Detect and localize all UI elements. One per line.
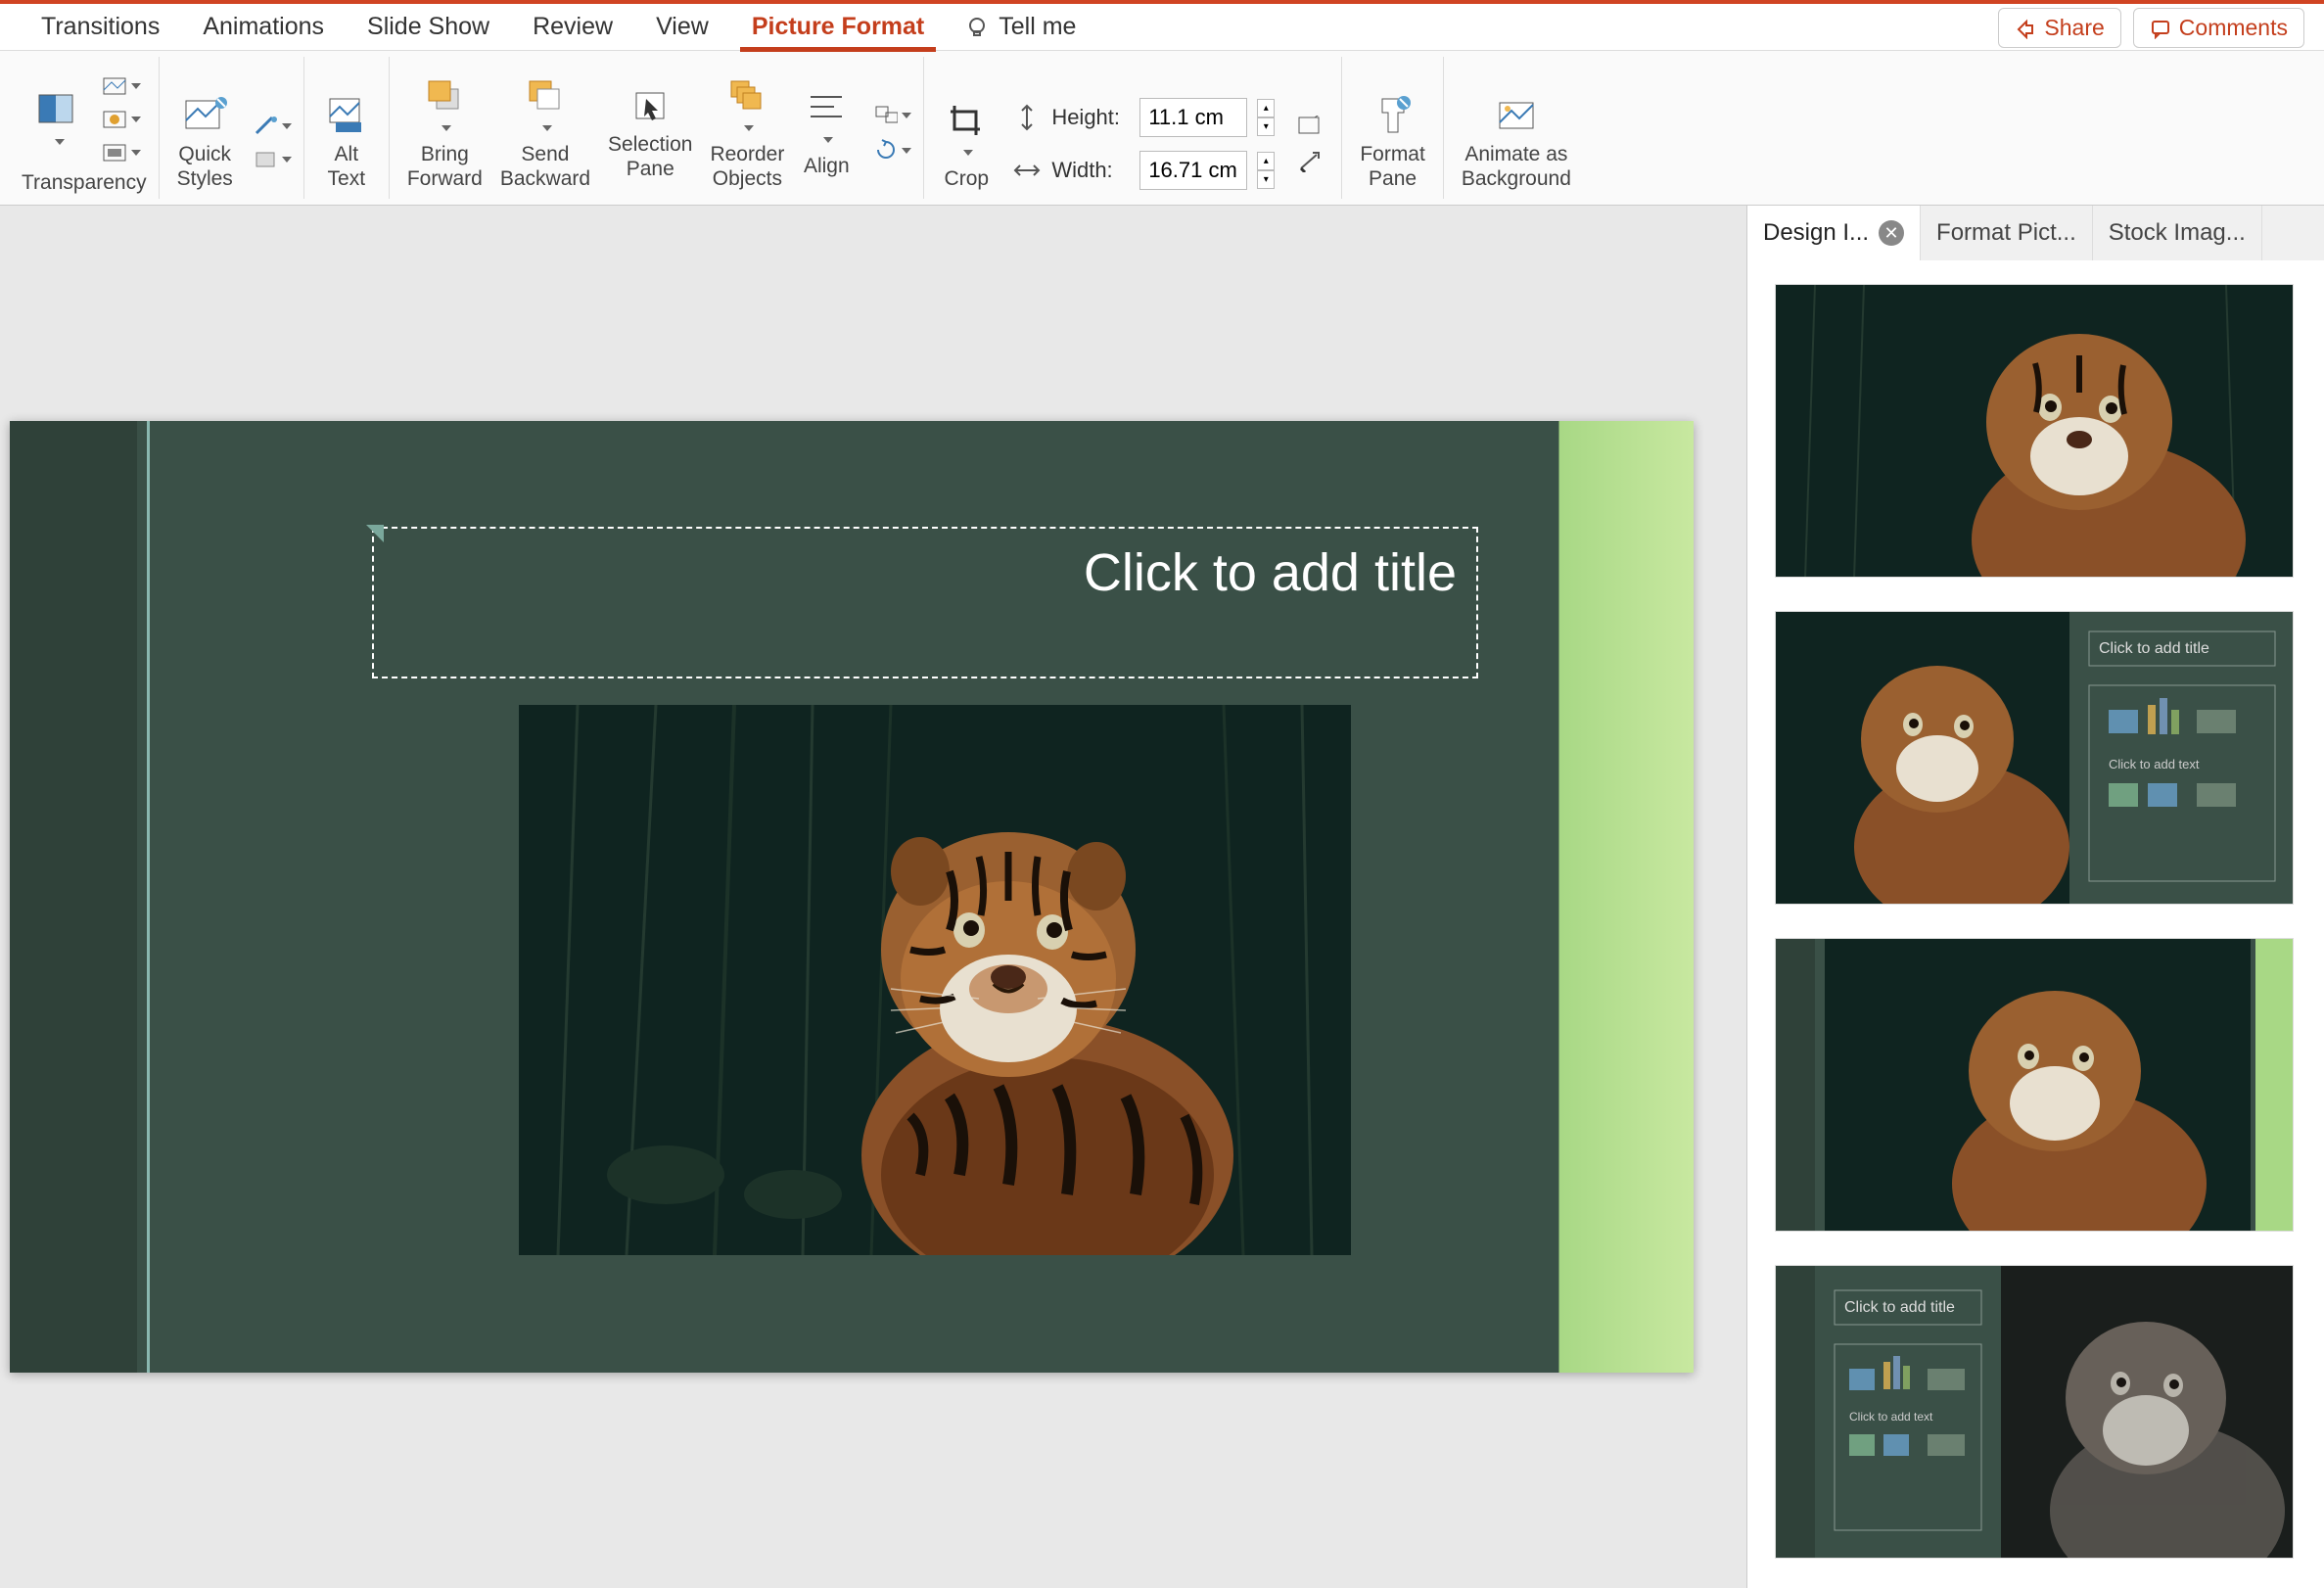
- tab-slide-show[interactable]: Slide Show: [346, 4, 511, 50]
- lock-aspect-button[interactable]: [1290, 147, 1329, 176]
- height-up[interactable]: ▴: [1257, 99, 1275, 117]
- transparency-label: Transparency: [22, 170, 147, 195]
- height-label: Height:: [1051, 105, 1130, 130]
- transparency-button[interactable]: [27, 83, 88, 154]
- lightbulb-icon: [965, 16, 989, 39]
- width-input[interactable]: [1139, 151, 1247, 190]
- side-tab-format-picture[interactable]: Format Pict...: [1921, 206, 2093, 260]
- tab-transitions[interactable]: Transitions: [20, 4, 181, 50]
- tab-view[interactable]: View: [634, 4, 730, 50]
- rotate-button[interactable]: [872, 135, 911, 164]
- svg-text:Click to add title: Click to add title: [2099, 640, 2209, 657]
- height-down[interactable]: ▾: [1257, 117, 1275, 136]
- tab-picture-format[interactable]: Picture Format: [730, 4, 946, 50]
- width-label: Width:: [1051, 158, 1130, 183]
- share-button[interactable]: Share: [1998, 8, 2120, 48]
- format-pane-button[interactable]: Format Pane: [1354, 89, 1431, 195]
- svg-text:Click to add text: Click to add text: [1849, 1410, 1933, 1424]
- comment-icon: [2150, 18, 2171, 39]
- svg-text:Click to add title: Click to add title: [1844, 1299, 1955, 1316]
- side-tab-design-ideas[interactable]: Design I... ✕: [1747, 206, 1921, 260]
- width-up[interactable]: ▴: [1257, 152, 1275, 170]
- comments-button[interactable]: Comments: [2133, 8, 2304, 48]
- group-button[interactable]: [872, 100, 911, 129]
- tell-me-search[interactable]: Tell me: [965, 13, 1076, 41]
- tab-review[interactable]: Review: [511, 4, 634, 50]
- inserted-picture[interactable]: [519, 705, 1351, 1255]
- picture-corrections-button[interactable]: [102, 70, 141, 100]
- alt-text-button[interactable]: Alt Text: [316, 89, 377, 195]
- send-backward-button[interactable]: Send Backward: [494, 70, 596, 195]
- height-icon: [1012, 103, 1042, 132]
- crop-button[interactable]: Crop: [936, 94, 997, 195]
- width-icon: [1012, 156, 1042, 185]
- quick-styles-button[interactable]: Quick Styles: [171, 89, 239, 195]
- slide[interactable]: Click to add title: [10, 421, 1694, 1373]
- bring-forward-button[interactable]: Bring Forward: [401, 70, 488, 195]
- svg-text:Click to add text: Click to add text: [2109, 757, 2200, 771]
- design-idea-3[interactable]: [1775, 938, 2294, 1232]
- animate-as-background-button[interactable]: Animate as Background: [1456, 89, 1577, 195]
- design-idea-4[interactable]: Click to add title Click to add text: [1775, 1265, 2294, 1559]
- close-icon[interactable]: ✕: [1879, 220, 1904, 246]
- ribbon-toolbar: Transparency Quick Styles Alt Text Bring…: [0, 51, 2324, 206]
- picture-effects-button[interactable]: [102, 137, 141, 166]
- title-placeholder[interactable]: Click to add title: [372, 527, 1478, 678]
- share-icon: [2015, 18, 2036, 39]
- side-tab-stock-images[interactable]: Stock Imag...: [2093, 206, 2262, 260]
- reorder-objects-button[interactable]: Reorder Objects: [704, 70, 790, 195]
- picture-border-button[interactable]: [253, 111, 292, 140]
- height-input[interactable]: [1139, 98, 1247, 137]
- width-down[interactable]: ▾: [1257, 170, 1275, 189]
- selection-pane-button[interactable]: Selection Pane: [602, 79, 698, 185]
- ribbon-tabs: Transitions Animations Slide Show Review…: [0, 4, 2324, 51]
- align-button[interactable]: Align: [796, 81, 857, 182]
- slide-canvas-area[interactable]: Click to add title: [0, 206, 1746, 1588]
- picture-effects-2-button[interactable]: [253, 144, 292, 173]
- design-idea-1[interactable]: [1775, 284, 2294, 578]
- design-ideas-panel: Design I... ✕ Format Pict... Stock Imag.…: [1746, 206, 2324, 1588]
- design-idea-2[interactable]: Click to add title Click to add text: [1775, 611, 2294, 905]
- picture-color-button[interactable]: [102, 104, 141, 133]
- crop-aspect-button[interactable]: [1290, 112, 1329, 141]
- tab-animations[interactable]: Animations: [181, 4, 346, 50]
